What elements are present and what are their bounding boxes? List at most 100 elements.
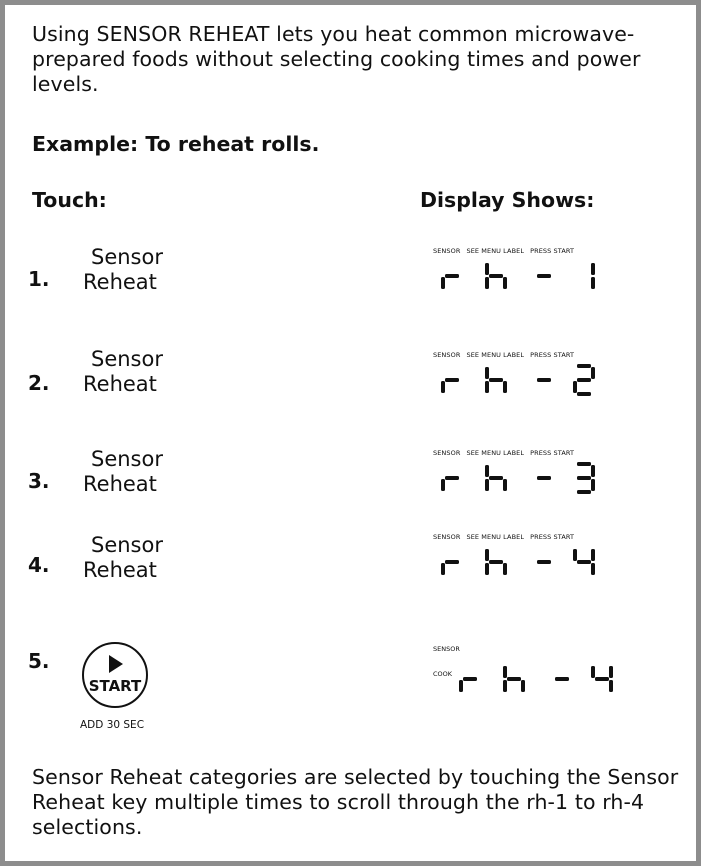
indicator-see-menu-label: SEE MENU LABEL (466, 449, 525, 457)
lcd-segment (503, 381, 507, 393)
lcd-segment (485, 263, 489, 275)
sensor-reheat-key-label: Sensor Reheat (83, 245, 163, 295)
indicator-sensor: SENSOR (433, 449, 461, 457)
lcd-segment (609, 680, 613, 692)
lcd-segment (489, 274, 503, 278)
lcd-segment (591, 367, 595, 379)
indicator-sensor: SENSOR (433, 533, 461, 541)
touch-heading: Touch: (32, 188, 107, 212)
lcd-segment (591, 277, 595, 289)
lcd-segment (591, 549, 595, 561)
lcd-segment (489, 560, 503, 564)
display-panel: SENSOR SEE MENU LABEL PRESS START (433, 351, 633, 405)
step-number: 4. (28, 553, 50, 577)
lcd-segment (485, 277, 489, 289)
display-panel: SENSOR SEE MENU LABEL PRESS START (433, 247, 633, 301)
key-label-line1: Sensor (91, 533, 163, 557)
key-label-line2: Reheat (83, 372, 157, 396)
step-number: 2. (28, 371, 50, 395)
key-label-line2: Reheat (83, 472, 157, 496)
indicator-sensor: SENSOR (433, 247, 461, 255)
lcd-segment (591, 479, 595, 491)
lcd-segment (555, 677, 569, 681)
lcd-segment (485, 549, 489, 561)
sensor-reheat-key-label: Sensor Reheat (83, 533, 163, 583)
lcd-segment (503, 680, 507, 692)
lcd-segment (507, 677, 521, 681)
lcd-segment (485, 563, 489, 575)
step-number: 3. (28, 469, 50, 493)
outro-paragraph: Sensor Reheat categories are selected by… (32, 765, 679, 839)
lcd-segment (537, 274, 551, 278)
example-heading: Example: To reheat rolls. (32, 132, 320, 156)
indicator-see-menu-label: SEE MENU LABEL (466, 533, 525, 541)
indicator-press-start: PRESS START (530, 533, 575, 541)
lcd-segment (595, 677, 609, 681)
sensor-reheat-key-label: Sensor Reheat (83, 447, 163, 497)
lcd-segment (609, 666, 613, 678)
lcd-segment (577, 490, 591, 494)
key-label-line1: Sensor (91, 447, 163, 471)
indicator-press-start: PRESS START (530, 247, 575, 255)
lcd-segment (573, 549, 577, 561)
display-readout (441, 263, 595, 289)
lcd-segment (485, 465, 489, 477)
lcd-segment (445, 378, 459, 382)
display-indicators: SENSOR SEE MENU LABEL PRESS START (433, 449, 580, 457)
lcd-segment (459, 680, 463, 692)
lcd-segment (537, 560, 551, 564)
lcd-segment (521, 680, 525, 692)
lcd-segment (503, 479, 507, 491)
key-label-line2: Reheat (83, 558, 157, 582)
key-label-line1: Sensor (91, 245, 163, 269)
indicator-cook: COOK (433, 670, 453, 678)
lcd-segment (441, 277, 445, 289)
lcd-segment (577, 378, 591, 382)
lcd-segment (591, 263, 595, 275)
lcd-segment (445, 476, 459, 480)
lcd-segment (537, 476, 551, 480)
lcd-segment (591, 666, 595, 678)
lcd-segment (573, 381, 577, 393)
lcd-segment (577, 462, 591, 466)
lcd-segment (577, 364, 591, 368)
lcd-segment (441, 479, 445, 491)
display-heading: Display Shows: (420, 188, 595, 212)
display-indicators: SENSOR SEE MENU LABEL PRESS START (433, 247, 580, 255)
step-number-5: 5. (28, 649, 50, 673)
lcd-segment (445, 274, 459, 278)
lcd-segment (503, 277, 507, 289)
lcd-segment (485, 381, 489, 393)
indicator-see-menu-label: SEE MENU LABEL (466, 247, 525, 255)
intro-paragraph: Using SENSOR REHEAT lets you heat common… (32, 22, 641, 96)
indicator-press-start: PRESS START (530, 351, 575, 359)
start-button-label: START (88, 677, 142, 695)
lcd-segment (503, 666, 507, 678)
lcd-segment (591, 465, 595, 477)
lcd-segment (577, 476, 591, 480)
lcd-segment (577, 560, 591, 564)
lcd-segment (591, 563, 595, 575)
lcd-segment (441, 563, 445, 575)
play-icon (109, 655, 123, 673)
lcd-segment (441, 381, 445, 393)
start-button: START (82, 642, 148, 708)
lcd-segment (577, 392, 591, 396)
display-indicators: SENSOR SEE MENU LABEL PRESS START (433, 351, 580, 359)
indicator-press-start: PRESS START (530, 449, 575, 457)
display-readout (441, 364, 595, 396)
display-panel: SENSOR SEE MENU LABEL PRESS START (433, 449, 633, 503)
lcd-segment (485, 479, 489, 491)
step-number: 1. (28, 267, 50, 291)
start-button-sublabel: ADD 30 SEC (80, 719, 145, 731)
lcd-segment (445, 560, 459, 564)
indicator-see-menu-label: SEE MENU LABEL (466, 351, 525, 359)
display-panel: SENSOR SEE MENU LABEL PRESS START (433, 533, 633, 587)
lcd-segment (503, 563, 507, 575)
key-label-line1: Sensor (91, 347, 163, 371)
display-readout (459, 666, 613, 692)
instruction-panel: Using SENSOR REHEAT lets you heat common… (0, 0, 701, 866)
display-readout (441, 462, 595, 494)
lcd-segment (489, 378, 503, 382)
lcd-segment (537, 378, 551, 382)
